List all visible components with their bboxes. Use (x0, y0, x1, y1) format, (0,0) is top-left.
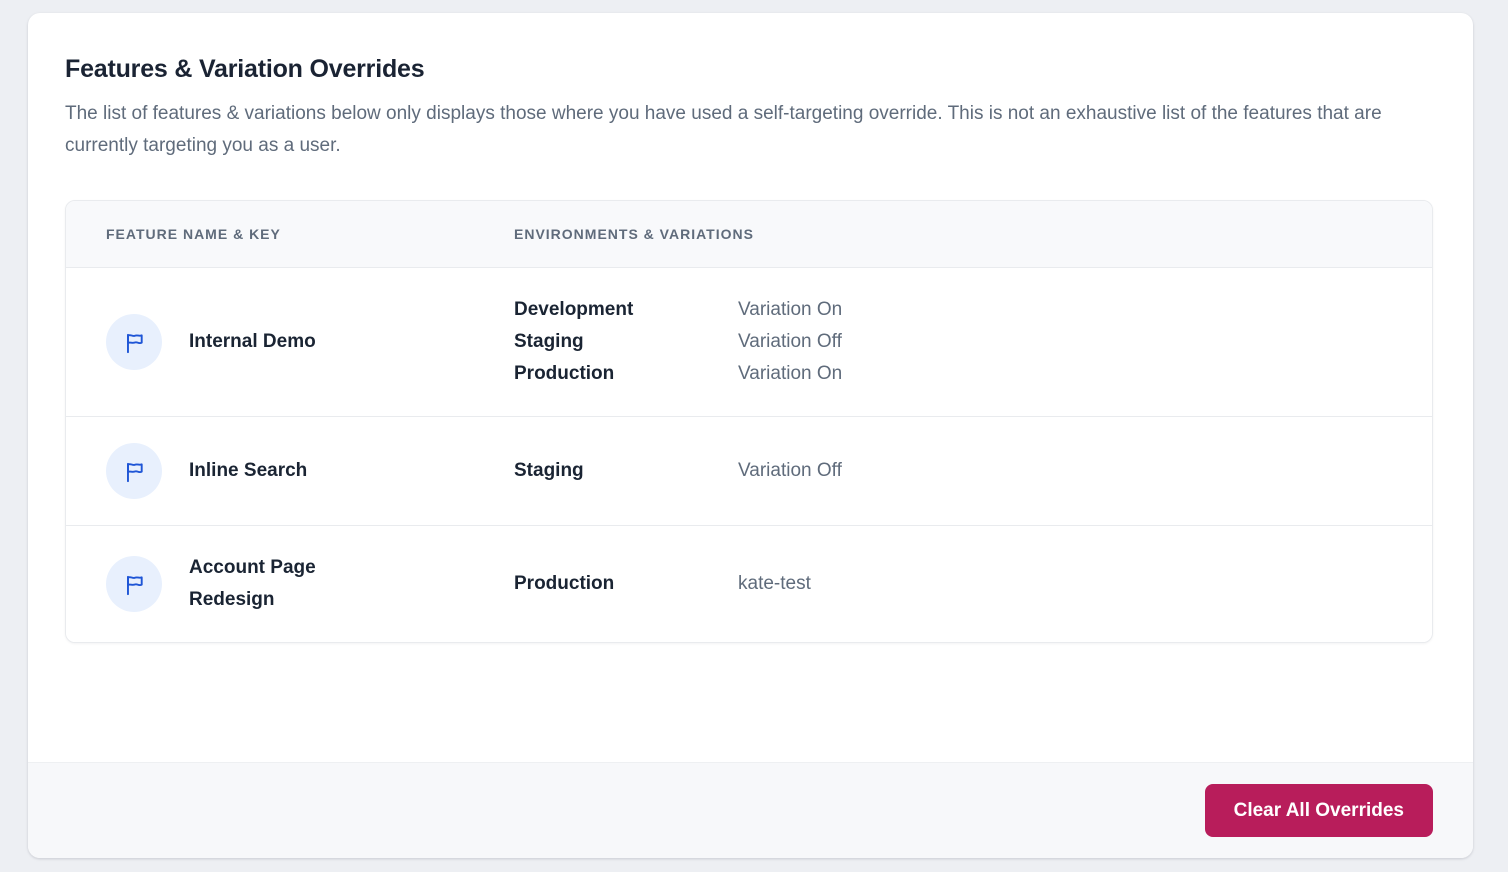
page-description: The list of features & variations below … (65, 98, 1410, 162)
table-body: Internal Demo Development Variation On S… (66, 268, 1432, 642)
feature-name: Internal Demo (189, 326, 316, 358)
environment-name: Staging (514, 455, 738, 487)
variation-value: Variation Off (738, 326, 1432, 358)
page-title: Features & Variation Overrides (65, 55, 1433, 84)
clear-all-overrides-button[interactable]: Clear All Overrides (1205, 784, 1433, 837)
environment-line: Production Variation On (514, 358, 1432, 390)
environment-name: Production (514, 358, 738, 390)
environment-line: Staging Variation Off (514, 326, 1432, 358)
overrides-table: FEATURE NAME & KEY ENVIRONMENTS & VARIAT… (65, 200, 1433, 643)
feature-name: Inline Search (189, 455, 307, 487)
environment-name: Production (514, 568, 738, 600)
card-body: Features & Variation Overrides The list … (28, 13, 1473, 643)
environment-name: Development (514, 294, 738, 326)
feature-cell: Internal Demo (66, 314, 514, 370)
card-footer: Clear All Overrides (28, 762, 1473, 858)
feature-cell: Inline Search (66, 443, 514, 499)
feature-cell: Account Page Redesign (66, 552, 514, 616)
flag-icon (106, 443, 162, 499)
environment-name: Staging (514, 326, 738, 358)
variation-value: kate-test (738, 568, 1432, 600)
environment-line: Production kate-test (514, 568, 1432, 600)
environment-list: Production kate-test (514, 568, 1432, 600)
environment-list: Development Variation On Staging Variati… (514, 294, 1432, 390)
overrides-card: Features & Variation Overrides The list … (28, 13, 1473, 858)
variation-value: Variation On (738, 358, 1432, 390)
table-header-row: FEATURE NAME & KEY ENVIRONMENTS & VARIAT… (66, 201, 1432, 268)
environment-list: Staging Variation Off (514, 455, 1432, 487)
column-header-feature-name: FEATURE NAME & KEY (66, 226, 514, 242)
flag-icon (106, 314, 162, 370)
environment-line: Development Variation On (514, 294, 1432, 326)
environment-line: Staging Variation Off (514, 455, 1432, 487)
flag-icon (106, 556, 162, 612)
table-row: Inline Search Staging Variation Off (66, 417, 1432, 526)
table-row: Account Page Redesign Production kate-te… (66, 526, 1432, 642)
column-header-environments: ENVIRONMENTS & VARIATIONS (514, 226, 1432, 242)
variation-value: Variation Off (738, 455, 1432, 487)
table-row: Internal Demo Development Variation On S… (66, 268, 1432, 417)
variation-value: Variation On (738, 294, 1432, 326)
feature-name: Account Page Redesign (189, 552, 364, 616)
